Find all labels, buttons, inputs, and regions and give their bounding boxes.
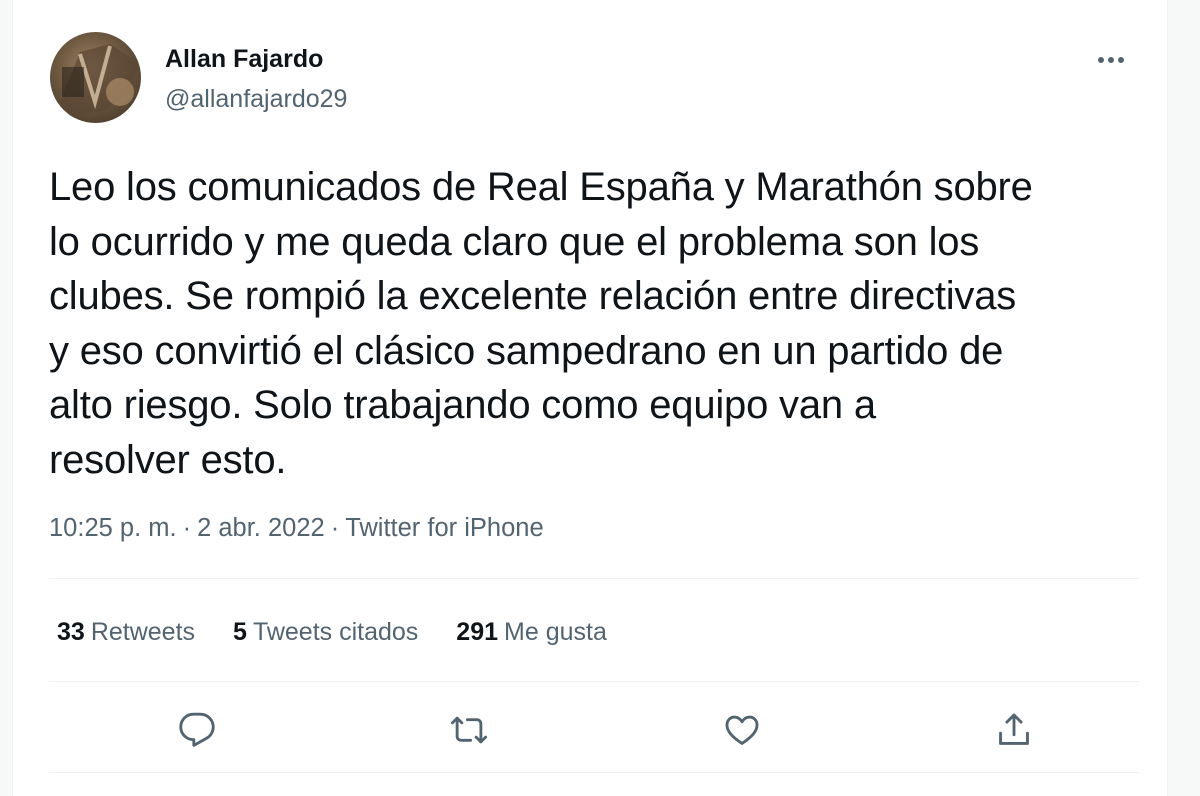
likes-count: 291 [456,617,499,646]
likes-stat[interactable]: 291 Me gusta [456,618,607,647]
divider [49,681,1139,682]
retweets-label: Retweets [90,617,196,646]
share-button[interactable] [994,710,1034,750]
like-icon [725,715,759,745]
retweets-stat[interactable]: 33 Retweets [57,618,195,647]
retweet-icon [450,716,488,744]
reply-icon [179,712,215,747]
likes-label: Me gusta [504,617,607,646]
tweet-source[interactable]: Twitter for iPhone [345,514,543,542]
tweet-date[interactable]: 2 abr. 2022 [197,514,325,542]
avatar-image [60,44,138,117]
quotes-label: Tweets citados [252,617,419,646]
quotes-stat[interactable]: 5 Tweets citados [233,618,418,647]
divider [49,772,1139,773]
like-button[interactable] [722,710,762,750]
action-bar [49,690,1139,770]
share-icon [999,713,1029,745]
author-handle[interactable]: @allanfajardo29 [165,84,347,114]
tweet-stats: 33 Retweets 5 Tweets citados 291 Me gusta [57,612,645,652]
divider [49,578,1139,579]
quotes-count: 5 [233,617,247,646]
avatar[interactable] [50,32,141,123]
reply-button[interactable] [177,710,217,750]
tweet-meta: 10:25 p. m. · 2 abr. 2022 · Twitter for iPho… [49,512,544,544]
retweets-count: 33 [57,617,85,646]
tweet-time[interactable]: 10:25 p. m. [49,514,177,542]
more-icon [1098,57,1124,63]
retweet-button[interactable] [449,710,489,750]
meta-separator: · [182,514,192,542]
tweet-card: Allan Fajardo @allanfajardo29 Leo los co… [12,0,1168,796]
more-button[interactable] [1091,44,1131,76]
tweet-text: Leo los comunicados de Real España y Mar… [49,165,1033,482]
author-name[interactable]: Allan Fajardo [165,44,323,74]
meta-separator: · [330,514,340,542]
